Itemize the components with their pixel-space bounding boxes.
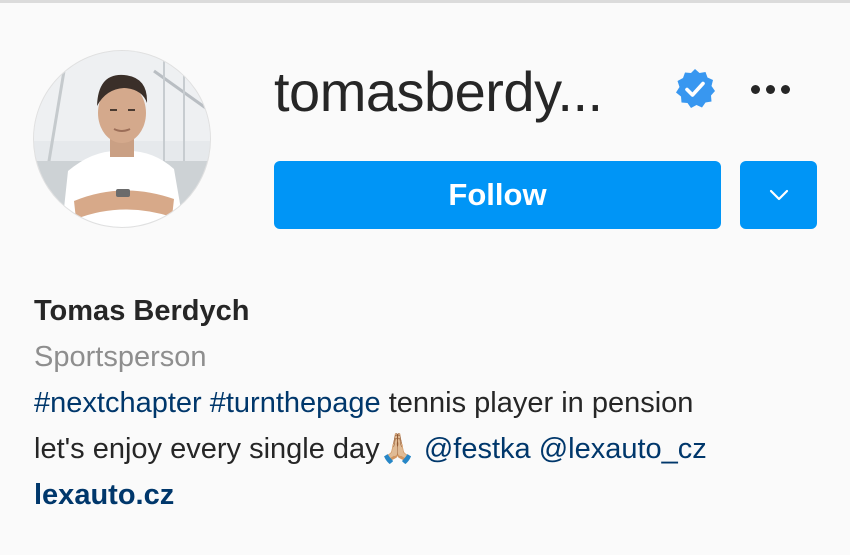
bio-text: tennis player in pension — [388, 387, 694, 419]
top-divider — [0, 0, 850, 3]
profile-bio: Tomas Berdych Sportsperson #nextchapter … — [34, 288, 834, 518]
verified-badge-icon — [676, 69, 715, 108]
mention-link[interactable]: @lexauto_cz — [539, 433, 707, 465]
website-link[interactable]: lexauto.cz — [34, 472, 834, 518]
mention-link[interactable]: @festka — [424, 433, 531, 465]
more-options-button[interactable] — [740, 69, 800, 109]
bio-line-1: #nextchapter #turnthepage tennis player … — [34, 380, 834, 426]
dot-2 — [765, 84, 775, 94]
hashtag-link[interactable]: #turnthepage — [210, 387, 381, 419]
avatar[interactable] — [34, 51, 210, 227]
hashtag-link[interactable]: #nextchapter — [34, 387, 202, 419]
chevron-down-icon — [769, 189, 788, 201]
dot-3 — [780, 84, 790, 94]
avatar-image — [34, 51, 210, 227]
bio-text: let's enjoy every single day🙏🏼 — [34, 433, 416, 465]
suggested-accounts-dropdown-button[interactable] — [740, 161, 817, 229]
dot-1 — [750, 84, 760, 94]
full-name: Tomas Berdych — [34, 295, 250, 327]
username-heading: tomasberdy... — [274, 60, 603, 123]
profile-category: Sportsperson — [34, 341, 207, 373]
bio-line-2: let's enjoy every single day🙏🏼 @festka @… — [34, 426, 834, 472]
follow-button[interactable]: Follow — [274, 161, 721, 229]
follow-button-label: Follow — [448, 177, 547, 212]
